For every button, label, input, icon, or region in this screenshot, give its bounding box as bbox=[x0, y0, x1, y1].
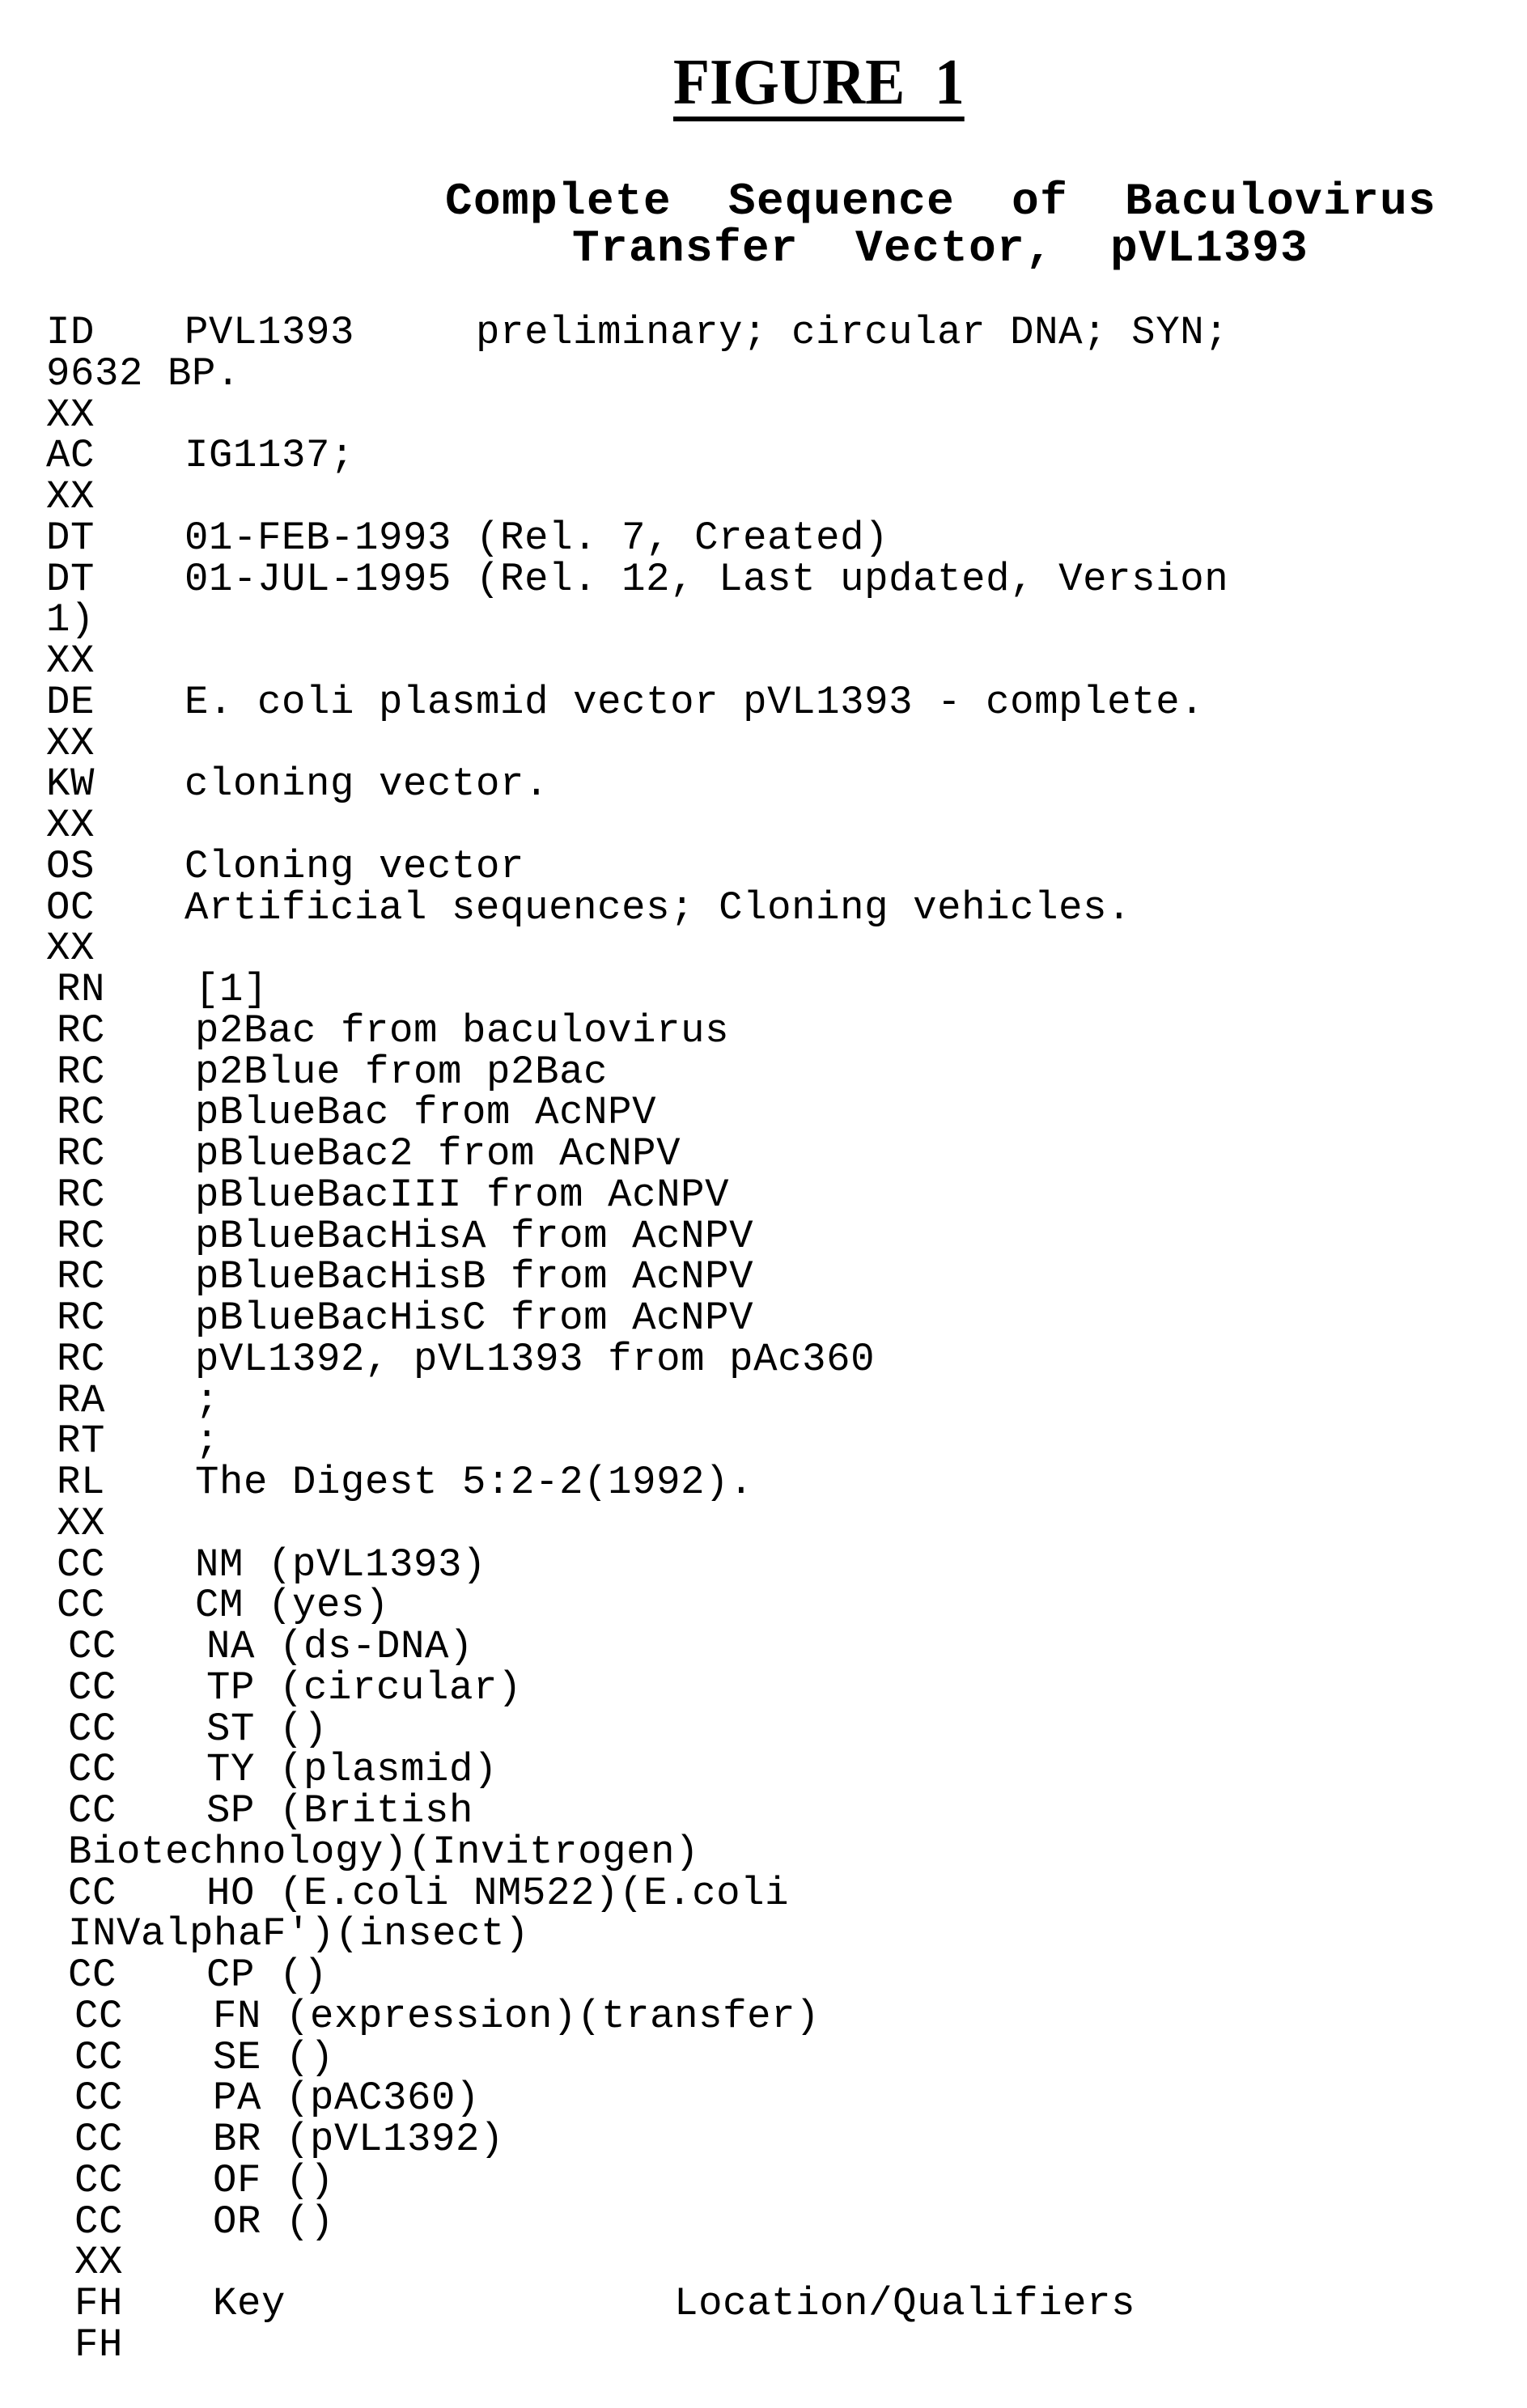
line-content: CM (yes) bbox=[195, 1583, 390, 1629]
line-code: AC bbox=[46, 433, 95, 479]
line-content: CP () bbox=[206, 1952, 329, 1998]
line-content: ; bbox=[195, 1377, 220, 1423]
figure-subtitle-line-2: Transfer Vector, pVL1393 bbox=[572, 223, 1309, 274]
line-code: XX bbox=[46, 392, 95, 438]
figure-label: FIGURE 1 bbox=[673, 50, 965, 121]
line-code: RC bbox=[57, 1172, 106, 1218]
line-code: CC bbox=[68, 1870, 117, 1916]
line-code: RT bbox=[57, 1418, 106, 1465]
line-content: TP (circular) bbox=[206, 1664, 523, 1711]
line-code: CC bbox=[68, 1664, 117, 1711]
line-code: XX bbox=[46, 926, 95, 972]
line-content: 9632 BP. bbox=[46, 350, 241, 396]
line-content: 01-JUL-1995 (Rel. 12, Last updated, Vers… bbox=[185, 556, 1229, 602]
line-code: RC bbox=[57, 1007, 106, 1054]
line-content: pBlueBac2 from AcNPV bbox=[195, 1131, 681, 1176]
line-code: CC bbox=[68, 1788, 117, 1834]
line-content: INValphaF')(insect) bbox=[68, 1911, 530, 1957]
line-code: FH bbox=[74, 2281, 124, 2326]
line-content: OF () bbox=[213, 2157, 335, 2203]
line-code: DT bbox=[46, 556, 95, 602]
line-content: pBlueBac from AcNPV bbox=[195, 1090, 657, 1136]
line-code: CC bbox=[74, 2157, 124, 2203]
line-code: CC bbox=[68, 1624, 117, 1669]
line-code: RC bbox=[57, 1131, 106, 1176]
line-code: XX bbox=[57, 1500, 106, 1546]
line-code: CC bbox=[74, 1993, 124, 2039]
line-content: [1] bbox=[195, 967, 269, 1012]
line-content: PA (pAC360) bbox=[213, 2075, 481, 2122]
line-code: OC bbox=[46, 884, 95, 931]
line-code: CC bbox=[57, 1541, 106, 1588]
line-code: XX bbox=[74, 2240, 124, 2286]
line-content: SP (British bbox=[206, 1788, 474, 1834]
line-code: RC bbox=[57, 1213, 106, 1259]
line-code: CC bbox=[68, 1706, 117, 1752]
line-content: 01-FEB-1993 (Rel. 7, Created) bbox=[185, 515, 889, 561]
line-content: TY (plasmid) bbox=[206, 1747, 498, 1793]
line-code: RL bbox=[57, 1460, 106, 1505]
line-code: XX bbox=[46, 720, 95, 766]
line-code: FH bbox=[74, 2321, 124, 2368]
line-content: BR (pVL1392) bbox=[213, 2117, 505, 2162]
line-content: SE () bbox=[213, 2034, 335, 2080]
line-code: CC bbox=[74, 2075, 124, 2122]
line-content: E. coli plasmid vector pVL1393 - complet… bbox=[185, 679, 1205, 725]
line-content: 1) bbox=[46, 597, 95, 643]
line-code: XX bbox=[46, 474, 95, 519]
line-code: XX bbox=[46, 638, 95, 684]
line-content: Cloning vector bbox=[185, 843, 525, 889]
line-code: RN bbox=[57, 967, 106, 1012]
line-code: DE bbox=[46, 679, 95, 725]
line-content: ; bbox=[195, 1418, 220, 1465]
line-code: RC bbox=[57, 1254, 106, 1300]
line-content: pBlueBacHisC from AcNPV bbox=[195, 1295, 754, 1341]
line-code: CC bbox=[57, 1583, 106, 1629]
line-content: PVL1393 preliminary; circular DNA; SYN; bbox=[185, 310, 1229, 355]
line-content: HO (E.coli NM522)(E.coli bbox=[206, 1870, 790, 1916]
line-code: RC bbox=[57, 1336, 106, 1382]
figure-subtitle-line-1: Complete Sequence of Baculovirus bbox=[445, 176, 1437, 227]
line-content: cloning vector. bbox=[185, 761, 549, 808]
line-content: IG1137; bbox=[185, 433, 355, 479]
line-content: pBlueBacHisA from AcNPV bbox=[195, 1213, 754, 1259]
line-content: The Digest 5:2-2(1992). bbox=[195, 1460, 754, 1505]
line-code: OS bbox=[46, 843, 95, 889]
line-content: pVL1392, pVL1393 from pAc360 bbox=[195, 1336, 876, 1382]
line-content: OR () bbox=[213, 2198, 335, 2245]
line-content: p2Bac from baculovirus bbox=[195, 1007, 730, 1054]
line-code: KW bbox=[46, 761, 95, 808]
line-code: DT bbox=[46, 515, 95, 561]
line-content: Key Location/Qualifiers bbox=[213, 2281, 1136, 2326]
line-code: CC bbox=[68, 1952, 117, 1998]
line-content: p2Blue from p2Bac bbox=[195, 1049, 609, 1095]
line-code: RA bbox=[57, 1377, 106, 1423]
line-code: RC bbox=[57, 1049, 106, 1095]
line-code: RC bbox=[57, 1295, 106, 1341]
line-code: XX bbox=[46, 803, 95, 848]
line-content: Artificial sequences; Cloning vehicles. bbox=[185, 884, 1132, 931]
line-content: ST () bbox=[206, 1706, 329, 1752]
line-code: CC bbox=[68, 1747, 117, 1793]
line-code: ID bbox=[46, 310, 95, 355]
line-content: FN (expression)(transfer) bbox=[213, 1993, 821, 2039]
line-code: RC bbox=[57, 1090, 106, 1136]
line-content: NM (pVL1393) bbox=[195, 1541, 487, 1588]
line-content: pBlueBacIII from AcNPV bbox=[195, 1172, 730, 1218]
line-code: CC bbox=[74, 2198, 124, 2245]
line-content: Biotechnology)(Invitrogen) bbox=[68, 1829, 700, 1875]
line-code: CC bbox=[74, 2117, 124, 2162]
line-content: NA (ds-DNA) bbox=[206, 1624, 474, 1669]
line-content: pBlueBacHisB from AcNPV bbox=[195, 1254, 754, 1300]
line-code: CC bbox=[74, 2034, 124, 2080]
